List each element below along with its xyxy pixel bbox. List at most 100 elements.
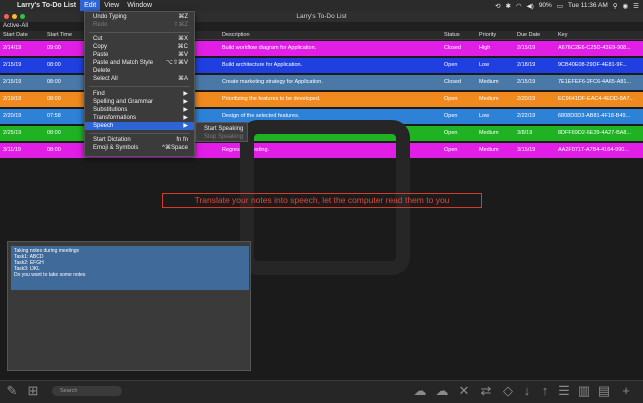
menu-item-speech[interactable]: Speech ▶ — [85, 122, 194, 130]
bluetooth-icon[interactable]: ✱ — [506, 2, 511, 10]
siri-icon[interactable]: ◉ — [623, 2, 629, 10]
menu-item-shortcut: ⇧⌘Z — [173, 22, 188, 28]
bottom-toolbar: ✎ ⊞ Search ☁ ☁ ✕ ⇄ ◇ ↓ ↑ ☰ ▥ ▤ + — [0, 380, 643, 403]
menu-item-substitutions[interactable]: Substitutions ▶ — [85, 106, 194, 114]
zoom-window-button[interactable] — [20, 14, 25, 19]
menu-separator — [89, 32, 190, 33]
header-due-date[interactable]: Due Date — [517, 31, 555, 39]
menu-separator — [89, 86, 190, 87]
delete-icon[interactable]: ✕ — [456, 383, 472, 399]
minimize-window-button[interactable] — [12, 14, 17, 19]
cell-key: A676C2E6-C25D-43E9-908... — [558, 45, 631, 51]
cell-start-date: 2/15/19 — [3, 62, 22, 68]
cell-status: Open — [444, 113, 458, 119]
menu-item-label: Start Dictation — [93, 137, 131, 143]
close-window-button[interactable] — [4, 14, 9, 19]
cell-key: 8DFF69D2-6E39-4A27-BA8... — [558, 130, 632, 136]
menu-item-start-dictation[interactable]: Start Dictation fn fn — [85, 136, 194, 144]
time-machine-icon[interactable]: ⟲ — [495, 2, 500, 10]
menu-item-transformations[interactable]: Transformations ▶ — [85, 114, 194, 122]
submenu-item-stop-speaking[interactable]: Stop Speaking — [204, 133, 243, 141]
split-view-icon[interactable]: ▤ — [596, 383, 612, 399]
menu-view[interactable]: View — [100, 0, 123, 11]
notes-text-area[interactable]: Taking notes during meetings Task1: ABCD… — [11, 246, 249, 290]
window-title: Larry's To-Do List — [296, 13, 347, 20]
battery-percent[interactable]: 90% — [539, 2, 552, 9]
cell-start-time: 09:00 — [47, 45, 61, 51]
menu-app-name[interactable]: Larry's To-Do List — [13, 0, 80, 11]
menu-window[interactable]: Window — [123, 0, 156, 11]
cell-due-date: 2/15/19 — [517, 79, 536, 85]
tag-icon[interactable]: ◇ — [500, 383, 516, 399]
menu-item-undo[interactable]: Undo Typing ⌘Z — [85, 13, 194, 21]
cell-status: Open — [444, 62, 458, 68]
presenter-icon[interactable]: ⊞ — [25, 383, 41, 399]
add-icon[interactable]: + — [618, 383, 634, 399]
cell-due-date: 3/8/19 — [517, 130, 533, 136]
cell-start-date: 2/25/19 — [3, 130, 22, 136]
wifi-icon[interactable]: ◠ — [516, 2, 522, 10]
menu-item-copy[interactable]: Copy ⌘C — [85, 43, 194, 51]
cloud-download-icon[interactable]: ☁ — [412, 383, 428, 399]
cell-due-date: 2/15/19 — [517, 45, 536, 51]
search-input[interactable]: Search — [52, 386, 122, 396]
menu-item-shortcut: ⌘V — [177, 52, 188, 58]
notification-center-icon[interactable]: ☰ — [633, 2, 639, 10]
clock[interactable]: Tue 11:36 AM — [568, 2, 608, 9]
submenu-arrow-icon: ▶ — [183, 123, 188, 129]
menu-item-spelling-grammar[interactable]: Spelling and Grammar ▶ — [85, 98, 194, 106]
header-description[interactable]: Description — [222, 31, 437, 39]
cloud-upload-icon[interactable]: ☁ — [434, 383, 450, 399]
header-start-time[interactable]: Start Time — [47, 31, 87, 39]
columns-icon[interactable]: ▥ — [576, 383, 592, 399]
menu-bar: Larry's To-Do List Edit View Window ⟲ ✱ … — [0, 0, 643, 11]
menu-item-select-all[interactable]: Select All ⌘A — [85, 75, 194, 83]
menu-item-label: Paste — [93, 52, 109, 58]
header-priority[interactable]: Priority — [479, 31, 514, 39]
menu-item-delete[interactable]: Delete — [85, 67, 194, 75]
cell-due-date: 2/22/19 — [517, 113, 536, 119]
cell-key: 6808D0D3-AB81-4F18-B49... — [558, 113, 631, 119]
header-status[interactable]: Status — [444, 31, 477, 39]
submenu-arrow-icon: ▶ — [183, 107, 188, 113]
spotlight-icon[interactable]: ⚲ — [613, 2, 618, 10]
menu-item-label: Transformations — [93, 115, 137, 121]
header-key[interactable]: Key — [558, 31, 641, 39]
menu-item-shortcut: ⌥⇧⌘V — [166, 60, 188, 66]
menu-item-redo[interactable]: Redo ⇧⌘Z — [85, 21, 194, 29]
cell-status: Open — [444, 130, 458, 136]
cell-priority: Medium — [479, 147, 499, 153]
menu-item-emoji-symbols[interactable]: Emoji & Symbols ^⌘Space — [85, 144, 194, 152]
cell-start-time: 07:58 — [47, 113, 61, 119]
menu-item-label: Find — [93, 91, 105, 97]
menu-item-find[interactable]: Find ▶ — [85, 90, 194, 98]
menu-item-paste-match-style[interactable]: Paste and Match Style ⌥⇧⌘V — [85, 59, 194, 67]
menu-item-cut[interactable]: Cut ⌘X — [85, 35, 194, 43]
list-icon[interactable]: ☰ — [556, 383, 572, 399]
cell-key: EC9641DF-EAC4-4EDD-8A7... — [558, 96, 635, 102]
cell-due-date: 2/18/19 — [517, 62, 536, 68]
edit-menu: Undo Typing ⌘Z Redo ⇧⌘Z Cut ⌘X Copy ⌘C Paste… — [84, 11, 195, 157]
menu-item-label: Paste and Match Style — [93, 60, 154, 66]
header-start-date[interactable]: Start Date — [3, 31, 43, 39]
cell-start-date: 2/19/19 — [3, 96, 22, 102]
menu-item-shortcut: ^⌘Space — [162, 145, 188, 151]
share-icon[interactable]: ⇄ — [478, 383, 494, 399]
arrow-down-icon[interactable]: ↓ — [519, 383, 535, 399]
submenu-arrow-icon: ▶ — [183, 99, 188, 105]
cell-start-time: 08:00 — [47, 147, 61, 153]
search-placeholder: Search — [60, 388, 78, 394]
menu-edit[interactable]: Edit — [80, 0, 101, 11]
menu-item-label: Substitutions — [93, 107, 128, 113]
cell-description: Build workflow diagram for Application. — [222, 45, 317, 51]
menu-separator — [89, 133, 190, 134]
menu-item-label: Spelling and Grammar — [93, 99, 154, 105]
submenu-item-start-speaking[interactable]: Start Speaking — [204, 125, 243, 133]
battery-icon[interactable]: ▭ — [557, 2, 563, 10]
submenu-arrow-icon: ▶ — [183, 115, 188, 121]
menu-item-paste[interactable]: Paste ⌘V — [85, 51, 194, 59]
edit-note-icon[interactable]: ✎ — [4, 383, 20, 399]
arrow-up-icon[interactable]: ↑ — [537, 383, 553, 399]
volume-icon[interactable]: ◀) — [527, 2, 534, 10]
cell-status: Closed — [444, 45, 462, 51]
